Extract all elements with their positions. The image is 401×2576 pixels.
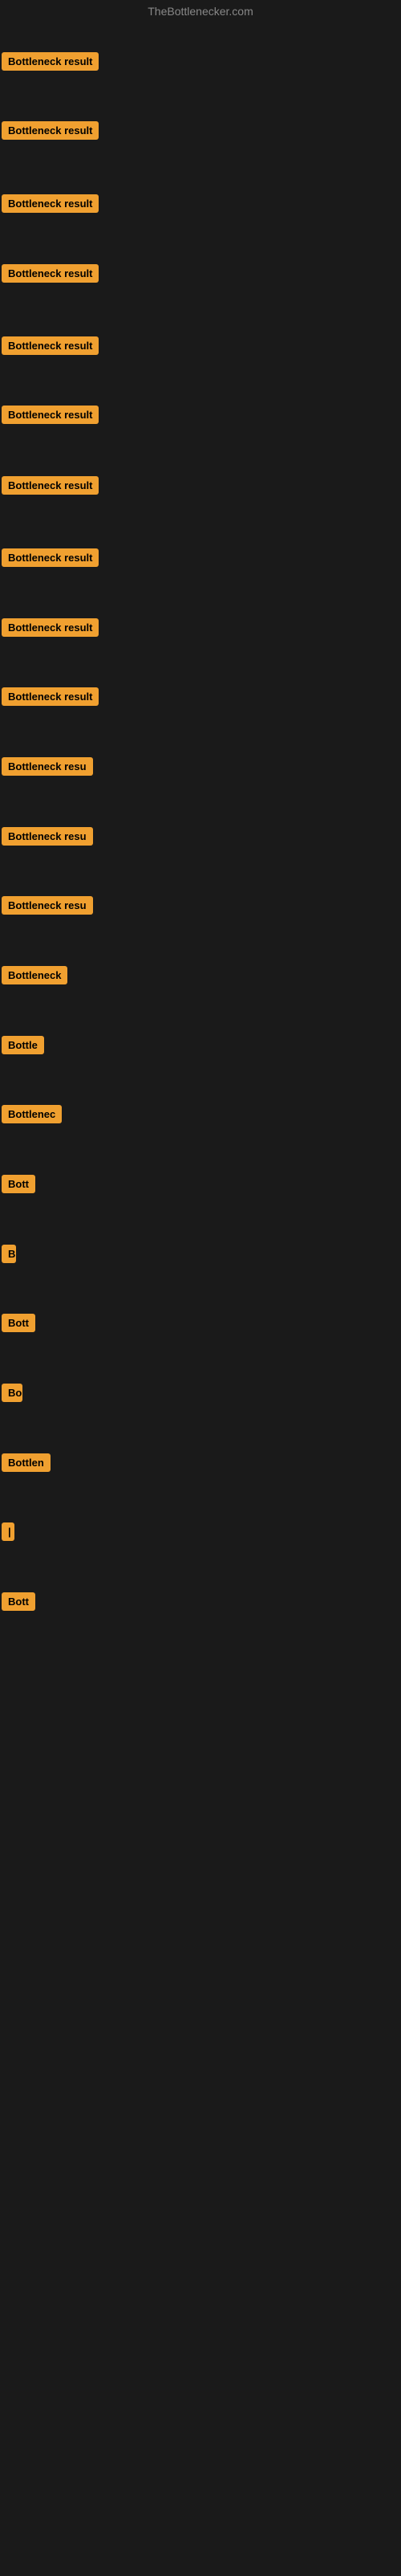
bottleneck-result-row: | <box>2 1522 14 1545</box>
bottleneck-result-badge[interactable]: Bottleneck resu <box>2 757 93 776</box>
bottleneck-result-badge[interactable]: Bott <box>2 1314 35 1332</box>
bottleneck-result-badge[interactable]: Bottleneck result <box>2 406 99 424</box>
bottleneck-result-badge[interactable]: Bottleneck resu <box>2 827 93 846</box>
bottleneck-result-badge[interactable]: Bottle <box>2 1036 44 1054</box>
bottleneck-result-badge[interactable]: Bottlenec <box>2 1105 62 1123</box>
bottleneck-result-row: Bottleneck result <box>2 121 99 144</box>
bottleneck-result-row: Bottleneck result <box>2 406 99 428</box>
bottleneck-result-row: Bottleneck <box>2 966 67 988</box>
bottleneck-result-row: Bo <box>2 1384 22 1406</box>
bottleneck-result-row: Bottleneck resu <box>2 896 93 919</box>
bottleneck-result-row: Bottleneck result <box>2 476 99 499</box>
bottleneck-result-badge[interactable]: Bottleneck result <box>2 194 99 213</box>
bottleneck-result-row: Bottleneck result <box>2 336 99 359</box>
bottleneck-result-row: Bottleneck result <box>2 548 99 571</box>
bottleneck-result-badge[interactable]: Bott <box>2 1175 35 1193</box>
bottleneck-result-badge[interactable]: Bo <box>2 1384 22 1402</box>
bottleneck-result-badge[interactable]: Bottleneck result <box>2 687 99 706</box>
bottleneck-result-row: Bottlenec <box>2 1105 62 1127</box>
bottleneck-result-badge[interactable]: Bottlen <box>2 1453 51 1472</box>
bottleneck-result-badge[interactable]: Bottleneck result <box>2 264 99 283</box>
bottleneck-result-badge[interactable]: Bottleneck result <box>2 336 99 355</box>
site-title: TheBottlenecker.com <box>0 0 401 22</box>
bottleneck-result-row: B <box>2 1245 16 1267</box>
bottleneck-result-badge[interactable]: Bottleneck result <box>2 476 99 495</box>
bottleneck-result-row: Bottlen <box>2 1453 51 1476</box>
bottleneck-result-row: Bottleneck result <box>2 194 99 217</box>
bottleneck-result-row: Bott <box>2 1175 35 1197</box>
bottleneck-result-badge[interactable]: Bottleneck <box>2 966 67 984</box>
bottleneck-result-badge[interactable]: Bott <box>2 1592 35 1611</box>
bottleneck-result-row: Bottleneck resu <box>2 757 93 780</box>
bottleneck-result-badge[interactable]: Bottleneck resu <box>2 896 93 915</box>
bottleneck-result-badge[interactable]: Bottleneck result <box>2 618 99 637</box>
bottleneck-result-row: Bottleneck result <box>2 618 99 641</box>
bottleneck-result-row: Bottleneck result <box>2 52 99 75</box>
bottleneck-result-row: Bott <box>2 1592 35 1615</box>
bottleneck-result-row: Bottle <box>2 1036 44 1058</box>
bottleneck-result-row: Bottleneck result <box>2 264 99 287</box>
bottleneck-result-row: Bottleneck resu <box>2 827 93 850</box>
bottleneck-result-badge[interactable]: Bottleneck result <box>2 52 99 71</box>
bottleneck-result-badge[interactable]: B <box>2 1245 16 1263</box>
bottleneck-result-badge[interactable]: | <box>2 1522 14 1541</box>
bottleneck-result-badge[interactable]: Bottleneck result <box>2 548 99 567</box>
bottleneck-result-row: Bottleneck result <box>2 687 99 710</box>
bottleneck-result-badge[interactable]: Bottleneck result <box>2 121 99 140</box>
bottleneck-result-row: Bott <box>2 1314 35 1336</box>
